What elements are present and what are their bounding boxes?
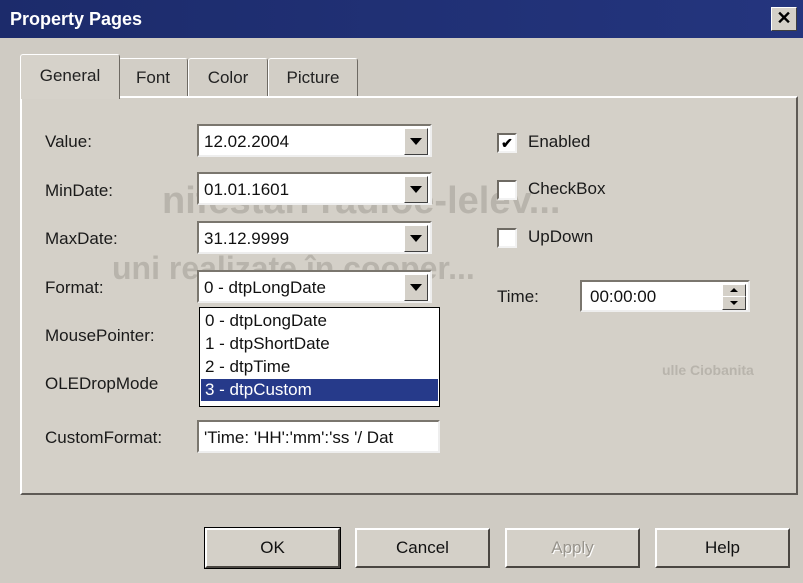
- checkbox-checkbox[interactable]: [497, 180, 517, 200]
- time-value: 00:00:00: [590, 287, 657, 306]
- maxdate-label: MaxDate:: [45, 229, 118, 248]
- maxdate-combo-text: 31.12.9999: [204, 229, 290, 248]
- format-option[interactable]: 2 - dtpTime: [201, 356, 438, 378]
- updown-label: UpDown: [528, 227, 594, 246]
- tab-font-label: Font: [135, 68, 171, 87]
- customformat-label: CustomFormat:: [45, 428, 163, 447]
- title-bar: Property Pages ✕: [0, 0, 803, 38]
- background-watermark-line3: ulle Ciobanita: [662, 362, 754, 378]
- value-label: Value:: [45, 132, 92, 151]
- mindate-dropdown-button[interactable]: [404, 176, 428, 203]
- window-title: Property Pages: [10, 9, 143, 29]
- chevron-down-icon: [410, 186, 422, 193]
- value-dropdown-button[interactable]: [404, 128, 428, 155]
- tab-picture-label: Picture: [286, 68, 340, 87]
- value-combo-text: 12.02.2004: [204, 132, 290, 151]
- format-option[interactable]: 0 - dtpLongDate: [201, 310, 438, 332]
- arrow-up-icon: [730, 288, 738, 292]
- mousepointer-label: MousePointer:: [45, 326, 155, 345]
- enabled-checkbox[interactable]: ✔: [497, 133, 517, 153]
- mindate-combo[interactable]: 01.01.1601: [197, 172, 432, 205]
- tab-picture[interactable]: Picture: [268, 58, 358, 97]
- close-icon: ✕: [776, 8, 792, 28]
- checkmark-icon: ✔: [501, 135, 513, 151]
- format-combo[interactable]: 0 - dtpLongDate: [197, 270, 432, 303]
- mindate-label: MinDate:: [45, 181, 114, 200]
- oledropmode-label: OLEDropMode: [45, 374, 159, 393]
- format-option[interactable]: 1 - dtpShortDate: [201, 333, 438, 355]
- tab-font[interactable]: Font: [118, 58, 188, 97]
- format-label: Format:: [45, 278, 104, 297]
- format-option-selected[interactable]: 3 - dtpCustom: [201, 379, 438, 401]
- time-spin-down-button[interactable]: [722, 296, 746, 310]
- checkbox-label: CheckBox: [528, 179, 606, 198]
- time-label: Time:: [497, 287, 539, 306]
- tab-general[interactable]: General: [20, 54, 120, 99]
- format-dropdown-button[interactable]: [404, 274, 428, 301]
- enabled-label: Enabled: [528, 132, 591, 151]
- close-button[interactable]: ✕: [771, 7, 797, 31]
- tab-general-label: General: [39, 66, 101, 85]
- tab-color[interactable]: Color: [188, 58, 268, 97]
- apply-button[interactable]: Apply: [505, 528, 640, 568]
- updown-checkbox[interactable]: [497, 228, 517, 248]
- mindate-combo-text: 01.01.1601: [204, 180, 290, 199]
- arrow-down-icon: [730, 301, 738, 305]
- help-button[interactable]: Help: [655, 528, 790, 568]
- format-combo-text: 0 - dtpLongDate: [204, 278, 326, 297]
- tab-color-label: Color: [207, 68, 249, 87]
- chevron-down-icon: [410, 235, 422, 242]
- format-dropdown-list: 0 - dtpLongDate 1 - dtpShortDate 2 - dtp…: [199, 307, 440, 407]
- customformat-field[interactable]: 'Time: 'HH':'mm':'ss '/ Dat: [197, 420, 440, 453]
- customformat-value: 'Time: 'HH':'mm':'ss '/ Dat: [204, 428, 394, 447]
- maxdate-combo[interactable]: 31.12.9999: [197, 221, 432, 254]
- chevron-down-icon: [410, 284, 422, 291]
- ok-button[interactable]: OK: [204, 527, 341, 569]
- time-spinner[interactable]: 00:00:00: [580, 280, 750, 312]
- chevron-down-icon: [410, 138, 422, 145]
- cancel-button[interactable]: Cancel: [355, 528, 490, 568]
- maxdate-dropdown-button[interactable]: [404, 225, 428, 252]
- value-combo[interactable]: 12.02.2004: [197, 124, 432, 157]
